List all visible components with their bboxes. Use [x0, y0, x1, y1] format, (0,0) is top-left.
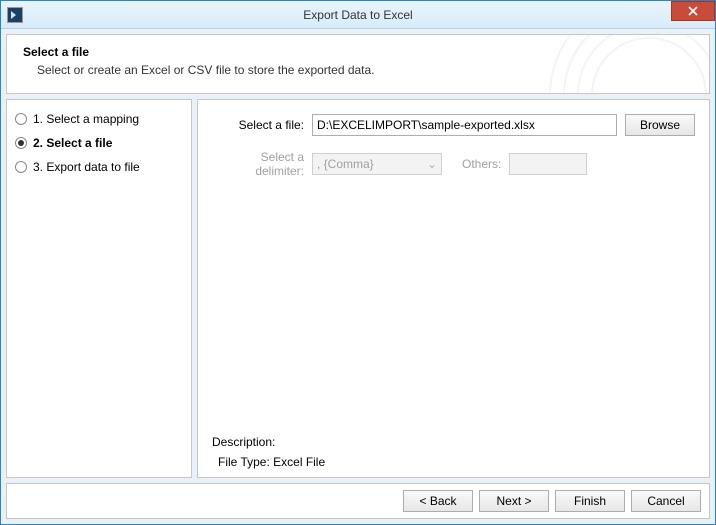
cancel-button[interactable]: Cancel [631, 490, 701, 512]
step-select-file[interactable]: 2. Select a file [15, 136, 183, 150]
body-row: 1. Select a mapping 2. Select a file 3. … [6, 99, 710, 478]
titlebar: Export Data to Excel [1, 1, 715, 29]
header-title: Select a file [23, 45, 693, 59]
delimiter-value: , {Comma} [317, 157, 374, 171]
close-icon [688, 6, 698, 16]
wizard-steps: 1. Select a mapping 2. Select a file 3. … [6, 99, 192, 478]
browse-button[interactable]: Browse [625, 114, 695, 136]
description-line: File Type: Excel File [212, 455, 695, 469]
wizard-content: Select a file: Browse Select a delimiter… [197, 99, 710, 478]
finish-button[interactable]: Finish [555, 490, 625, 512]
next-button[interactable]: Next > [479, 490, 549, 512]
file-row: Select a file: Browse [212, 114, 695, 136]
delimiter-label: Select a delimiter: [212, 150, 304, 178]
wizard-footer: < Back Next > Finish Cancel [6, 483, 710, 519]
description-block: Description: File Type: Excel File [212, 435, 695, 469]
window-title: Export Data to Excel [1, 8, 715, 22]
step-export-data[interactable]: 3. Export data to file [15, 160, 183, 174]
radio-icon [15, 161, 27, 173]
radio-icon [15, 137, 27, 149]
delimiter-row: Select a delimiter: , {Comma} ⌄ Others: [212, 150, 695, 178]
file-label: Select a file: [212, 118, 304, 132]
dialog-window: Export Data to Excel Select a file Selec… [0, 0, 716, 525]
others-input [509, 153, 587, 175]
delimiter-combo: , {Comma} ⌄ [312, 153, 442, 175]
file-path-input[interactable] [312, 114, 617, 136]
description-heading: Description: [212, 435, 695, 449]
step-select-mapping[interactable]: 1. Select a mapping [15, 112, 183, 126]
others-label: Others: [462, 157, 501, 171]
back-button[interactable]: < Back [403, 490, 473, 512]
app-icon [7, 7, 23, 23]
chevron-down-icon: ⌄ [427, 157, 437, 171]
client-area: Select a file Select or create an Excel … [1, 29, 715, 524]
wizard-header: Select a file Select or create an Excel … [6, 34, 710, 94]
step-label: 2. Select a file [33, 136, 112, 150]
close-button[interactable] [671, 1, 715, 21]
header-subtitle: Select or create an Excel or CSV file to… [23, 63, 693, 77]
step-label: 3. Export data to file [33, 160, 140, 174]
radio-icon [15, 113, 27, 125]
step-label: 1. Select a mapping [33, 112, 139, 126]
